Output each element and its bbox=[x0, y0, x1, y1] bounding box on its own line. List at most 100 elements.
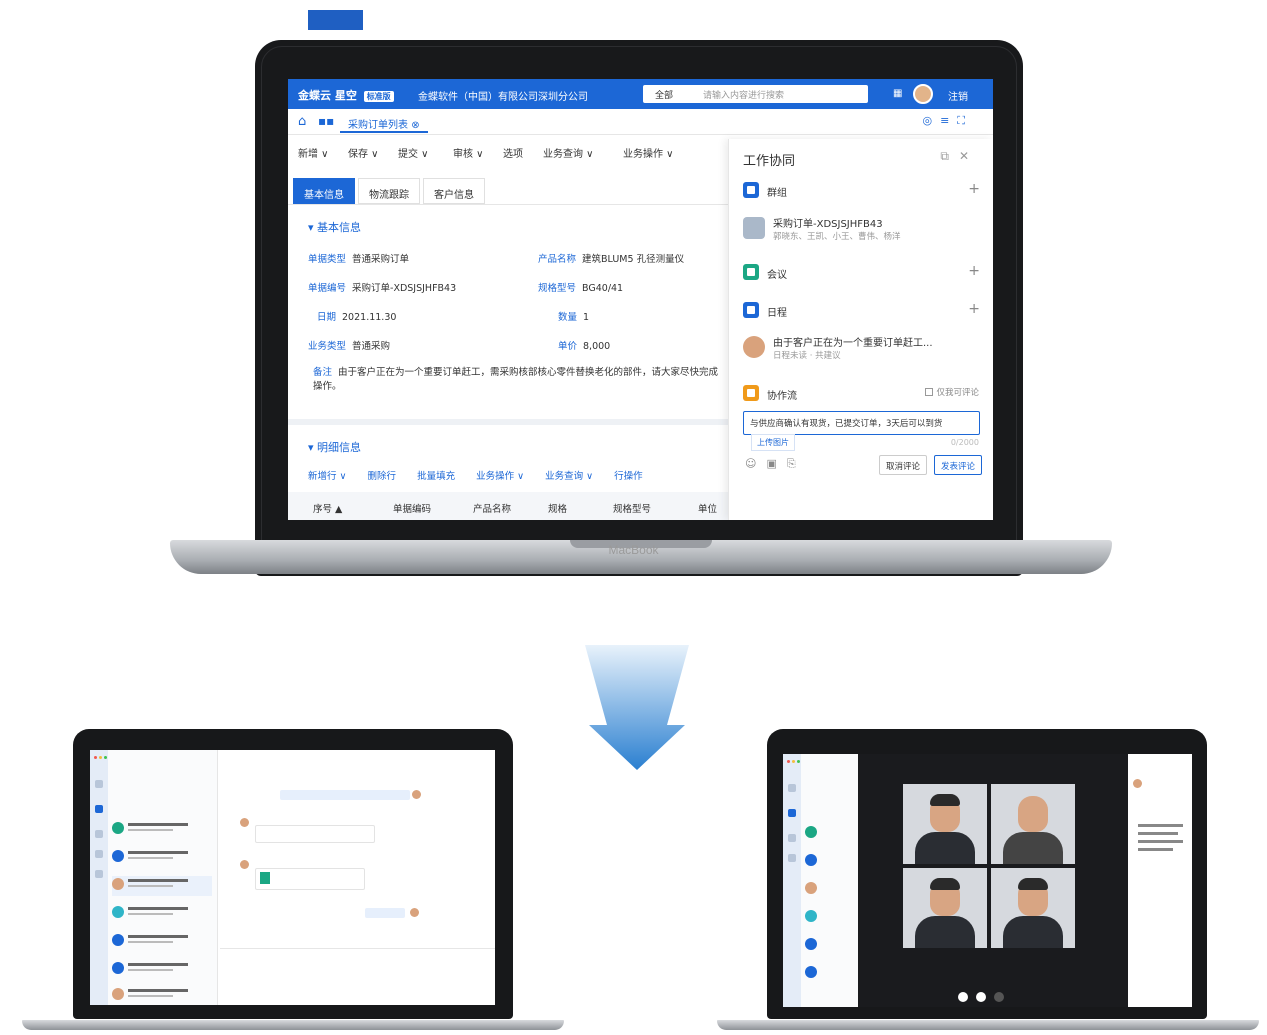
list-item[interactable] bbox=[112, 904, 212, 924]
submit-comment-button[interactable]: 发表评论 bbox=[934, 455, 983, 475]
list-item[interactable] bbox=[805, 880, 865, 900]
delete-row-button[interactable]: 删除行 bbox=[368, 468, 397, 482]
minimize-dot[interactable] bbox=[792, 760, 795, 763]
row-biz-query-button[interactable]: 业务查询 ∨ bbox=[545, 468, 593, 482]
share-button[interactable] bbox=[994, 992, 1004, 1002]
group-item[interactable]: 采购订单-XDSJSJHFB43 郭晓东、王凯、小王、曹伟、杨洋 bbox=[743, 215, 980, 245]
video-participant[interactable] bbox=[903, 868, 987, 948]
nav-icon[interactable] bbox=[95, 850, 103, 858]
video-participant[interactable] bbox=[903, 784, 987, 864]
column-header[interactable]: 产品名称 bbox=[473, 501, 511, 515]
close-icon[interactable]: ✕ bbox=[959, 149, 979, 163]
list-item[interactable] bbox=[805, 824, 865, 844]
add-row-button[interactable]: 新增行 ∨ bbox=[308, 468, 346, 482]
emoji-icon[interactable]: ☺ bbox=[745, 457, 766, 470]
column-header[interactable]: 规格 bbox=[548, 501, 567, 515]
list-item[interactable] bbox=[112, 932, 212, 952]
close-dot[interactable] bbox=[787, 760, 790, 763]
nav-icon[interactable] bbox=[95, 805, 103, 813]
attach-icon[interactable]: ⎘ bbox=[787, 457, 806, 470]
field-value[interactable]: 1 bbox=[583, 312, 589, 323]
add-schedule-button[interactable]: + bbox=[968, 301, 980, 317]
apps-grid-icon[interactable]: ▦ bbox=[893, 88, 902, 99]
field-value[interactable]: 建筑BLUM5 孔径测量仪 bbox=[582, 254, 684, 265]
avatar[interactable] bbox=[913, 84, 933, 104]
app-menu-icon[interactable]: ▪▪ bbox=[318, 114, 334, 128]
list-item[interactable] bbox=[112, 986, 212, 1005]
nav-icon[interactable] bbox=[788, 834, 796, 842]
image-icon[interactable]: ▣ bbox=[766, 457, 786, 470]
list-item[interactable] bbox=[112, 848, 212, 868]
field-value[interactable]: BG40/41 bbox=[582, 283, 623, 294]
field-value[interactable]: 普通采购 bbox=[352, 341, 390, 352]
section-detail-info[interactable]: ▾ 明细信息 bbox=[308, 439, 361, 455]
work-collab-panel: 工作协同 ⧉✕ 群组 + 采购订单-XDSJSJHFB43 郭晓东、王凯、小王、… bbox=[728, 139, 993, 520]
nav-icon[interactable] bbox=[788, 854, 796, 862]
tab-basic-info[interactable]: 基本信息 bbox=[293, 178, 355, 204]
biz-query-button[interactable]: 业务查询 ∨ bbox=[543, 145, 594, 160]
list-item[interactable] bbox=[805, 908, 865, 928]
column-header[interactable]: 单位 bbox=[698, 501, 717, 515]
nav-icon[interactable] bbox=[95, 830, 103, 838]
add-group-button[interactable]: + bbox=[968, 181, 980, 197]
nav-icon[interactable] bbox=[95, 780, 103, 788]
maximize-dot[interactable] bbox=[104, 756, 107, 759]
nav-icon[interactable] bbox=[788, 809, 796, 817]
tab-customer-info[interactable]: 客户信息 bbox=[423, 178, 485, 204]
comment-input[interactable]: 与供应商确认有现货，已提交订单，3天后可以到货 bbox=[743, 411, 980, 435]
close-icon[interactable]: ⊗ bbox=[411, 120, 419, 131]
column-header[interactable]: 规格型号 bbox=[613, 501, 651, 515]
list-item[interactable] bbox=[112, 876, 212, 896]
close-dot[interactable] bbox=[94, 756, 97, 759]
new-button[interactable]: 新增 ∨ bbox=[298, 145, 329, 160]
list-item[interactable] bbox=[805, 964, 865, 984]
mic-button[interactable] bbox=[958, 992, 968, 1002]
audit-button[interactable]: 审核 ∨ bbox=[453, 145, 484, 160]
only-me-checkbox[interactable]: 仅我可评论 bbox=[925, 386, 979, 398]
tab-logistics[interactable]: 物流跟踪 bbox=[358, 178, 420, 204]
home-icon[interactable]: ⌂ bbox=[298, 114, 306, 129]
cancel-comment-button[interactable]: 取消评论 bbox=[879, 455, 928, 475]
field-value[interactable]: 采购订单-XDSJSJHFB43 bbox=[352, 283, 456, 294]
field-value[interactable]: 2021.11.30 bbox=[342, 312, 396, 323]
list-item[interactable] bbox=[112, 960, 212, 980]
field-value[interactable]: 由于客户正在为一个重要订单赶工，需采购核部核心零件替换老化的部件，请大家尽快完成… bbox=[313, 367, 718, 392]
video-participant[interactable] bbox=[991, 868, 1075, 948]
column-header[interactable]: 序号 ▲ bbox=[313, 501, 342, 515]
nav-icon[interactable] bbox=[95, 870, 103, 878]
search-scope-select[interactable]: 全部 bbox=[655, 88, 673, 101]
field-value[interactable]: 8,000 bbox=[583, 341, 610, 352]
window-controls bbox=[787, 759, 802, 765]
group-icon bbox=[743, 182, 759, 198]
tab-tools-icons[interactable]: ◎≡⛶ bbox=[922, 114, 973, 128]
maximize-dot[interactable] bbox=[797, 760, 800, 763]
popout-icon[interactable]: ⧉ bbox=[940, 149, 959, 163]
section-basic-info[interactable]: ▾ 基本信息 bbox=[308, 219, 361, 235]
divider bbox=[220, 948, 495, 949]
biz-ops-button[interactable]: 业务操作 ∨ bbox=[623, 145, 674, 160]
field-value[interactable]: 普通采购订单 bbox=[352, 254, 409, 265]
nav-icon[interactable] bbox=[788, 784, 796, 792]
search-input[interactable]: 全部 请输入内容进行搜索 bbox=[643, 85, 868, 103]
add-meeting-button[interactable]: + bbox=[968, 263, 980, 279]
minimize-dot[interactable] bbox=[99, 756, 102, 759]
row-ops-button[interactable]: 行操作 bbox=[614, 468, 643, 482]
save-button[interactable]: 保存 ∨ bbox=[348, 145, 379, 160]
list-item[interactable] bbox=[805, 936, 865, 956]
row-biz-ops-button[interactable]: 业务操作 ∨ bbox=[476, 468, 524, 482]
column-header[interactable]: 单据编码 bbox=[393, 501, 431, 515]
video-participant[interactable] bbox=[991, 784, 1075, 864]
schedule-item[interactable]: 由于客户正在为一个重要订单赶工... 日程未读 · 共建议 bbox=[743, 334, 980, 364]
company-name[interactable]: 金蝶软件（中国）有限公司深圳分公司 bbox=[418, 88, 588, 103]
submit-button[interactable]: 提交 ∨ bbox=[398, 145, 429, 160]
tab-purchase-order-list[interactable]: 采购订单列表 ⊗ bbox=[340, 111, 428, 133]
camera-button[interactable] bbox=[976, 992, 986, 1002]
list-item[interactable] bbox=[805, 852, 865, 872]
app-logo[interactable]: 金蝶云 星空 标准版 bbox=[298, 87, 394, 103]
batch-fill-button[interactable]: 批量填充 bbox=[417, 468, 455, 482]
list-item[interactable] bbox=[112, 820, 212, 840]
file-message[interactable] bbox=[255, 868, 365, 890]
options-button[interactable]: 选项 bbox=[503, 145, 523, 160]
logout-link[interactable]: 注销 bbox=[948, 88, 968, 103]
field-price: 单价 8,000 bbox=[558, 338, 610, 352]
